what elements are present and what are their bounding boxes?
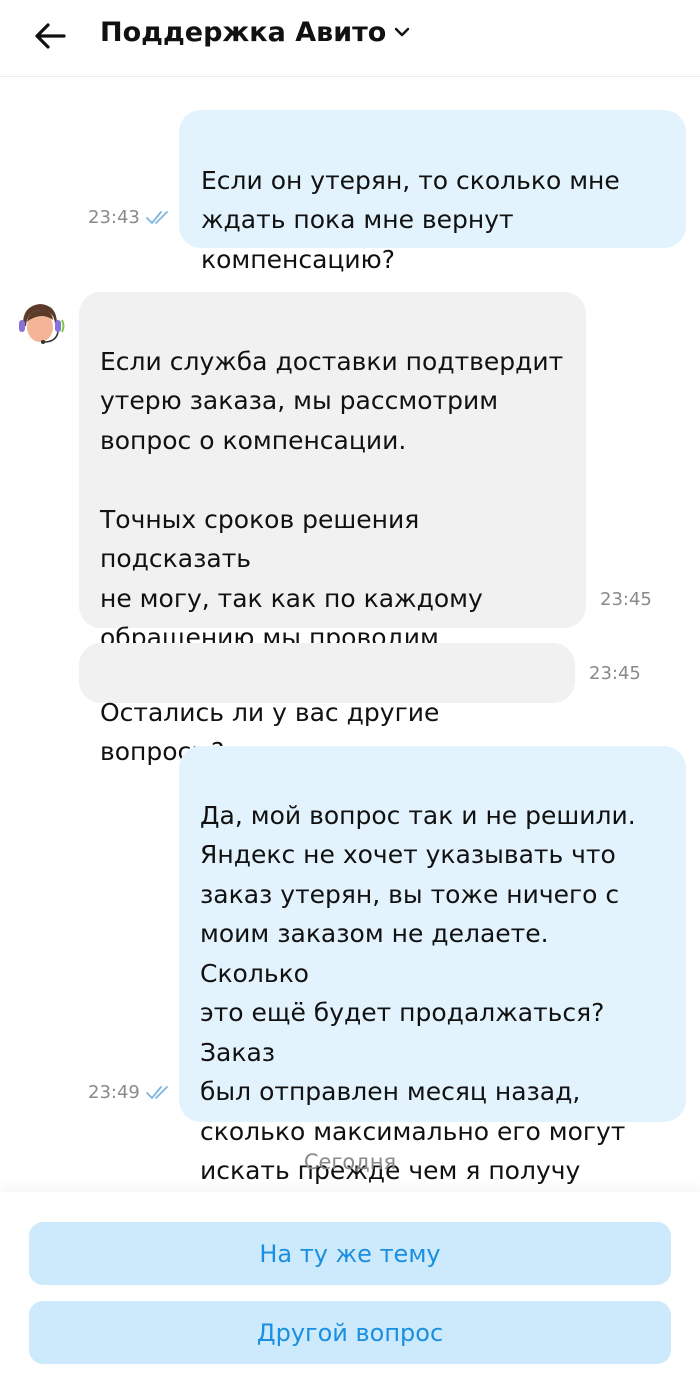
date-separator: Сегодня xyxy=(303,1150,397,1174)
double-check-icon xyxy=(146,211,168,224)
quick-actions-panel: На ту же тему Другой вопрос xyxy=(0,1192,700,1373)
message-time: 23:43 xyxy=(88,207,140,228)
outgoing-message[interactable]: Если он утерян, то сколько мне ждать пок… xyxy=(179,110,686,274)
chat-title-dropdown[interactable]: Поддержка Авито xyxy=(100,14,410,50)
back-button[interactable] xyxy=(28,14,72,58)
same-topic-button[interactable]: На ту же тему xyxy=(29,1222,671,1285)
chevron-down-icon xyxy=(394,26,410,38)
double-check-icon xyxy=(146,1086,168,1099)
incoming-message[interactable]: Если служба доставки подтвердит утерю за… xyxy=(79,292,586,692)
arrow-left-icon xyxy=(35,23,66,49)
support-agent-avatar-icon xyxy=(15,299,65,349)
chat-title: Поддержка Авито xyxy=(100,16,387,48)
outgoing-message[interactable]: Да, мой вопрос так и не решили. Яндекс н… xyxy=(179,746,686,1225)
other-question-button[interactable]: Другой вопрос xyxy=(29,1301,671,1364)
message-time: 23:45 xyxy=(600,589,652,610)
message-time: 23:45 xyxy=(589,663,641,684)
chat-header: Поддержка Авито xyxy=(0,0,700,77)
message-text: Если он утерян, то сколько мне ждать пок… xyxy=(201,165,620,274)
incoming-message[interactable]: Остались ли у вас другие вопросы? xyxy=(79,643,575,766)
message-time: 23:49 xyxy=(88,1082,140,1103)
